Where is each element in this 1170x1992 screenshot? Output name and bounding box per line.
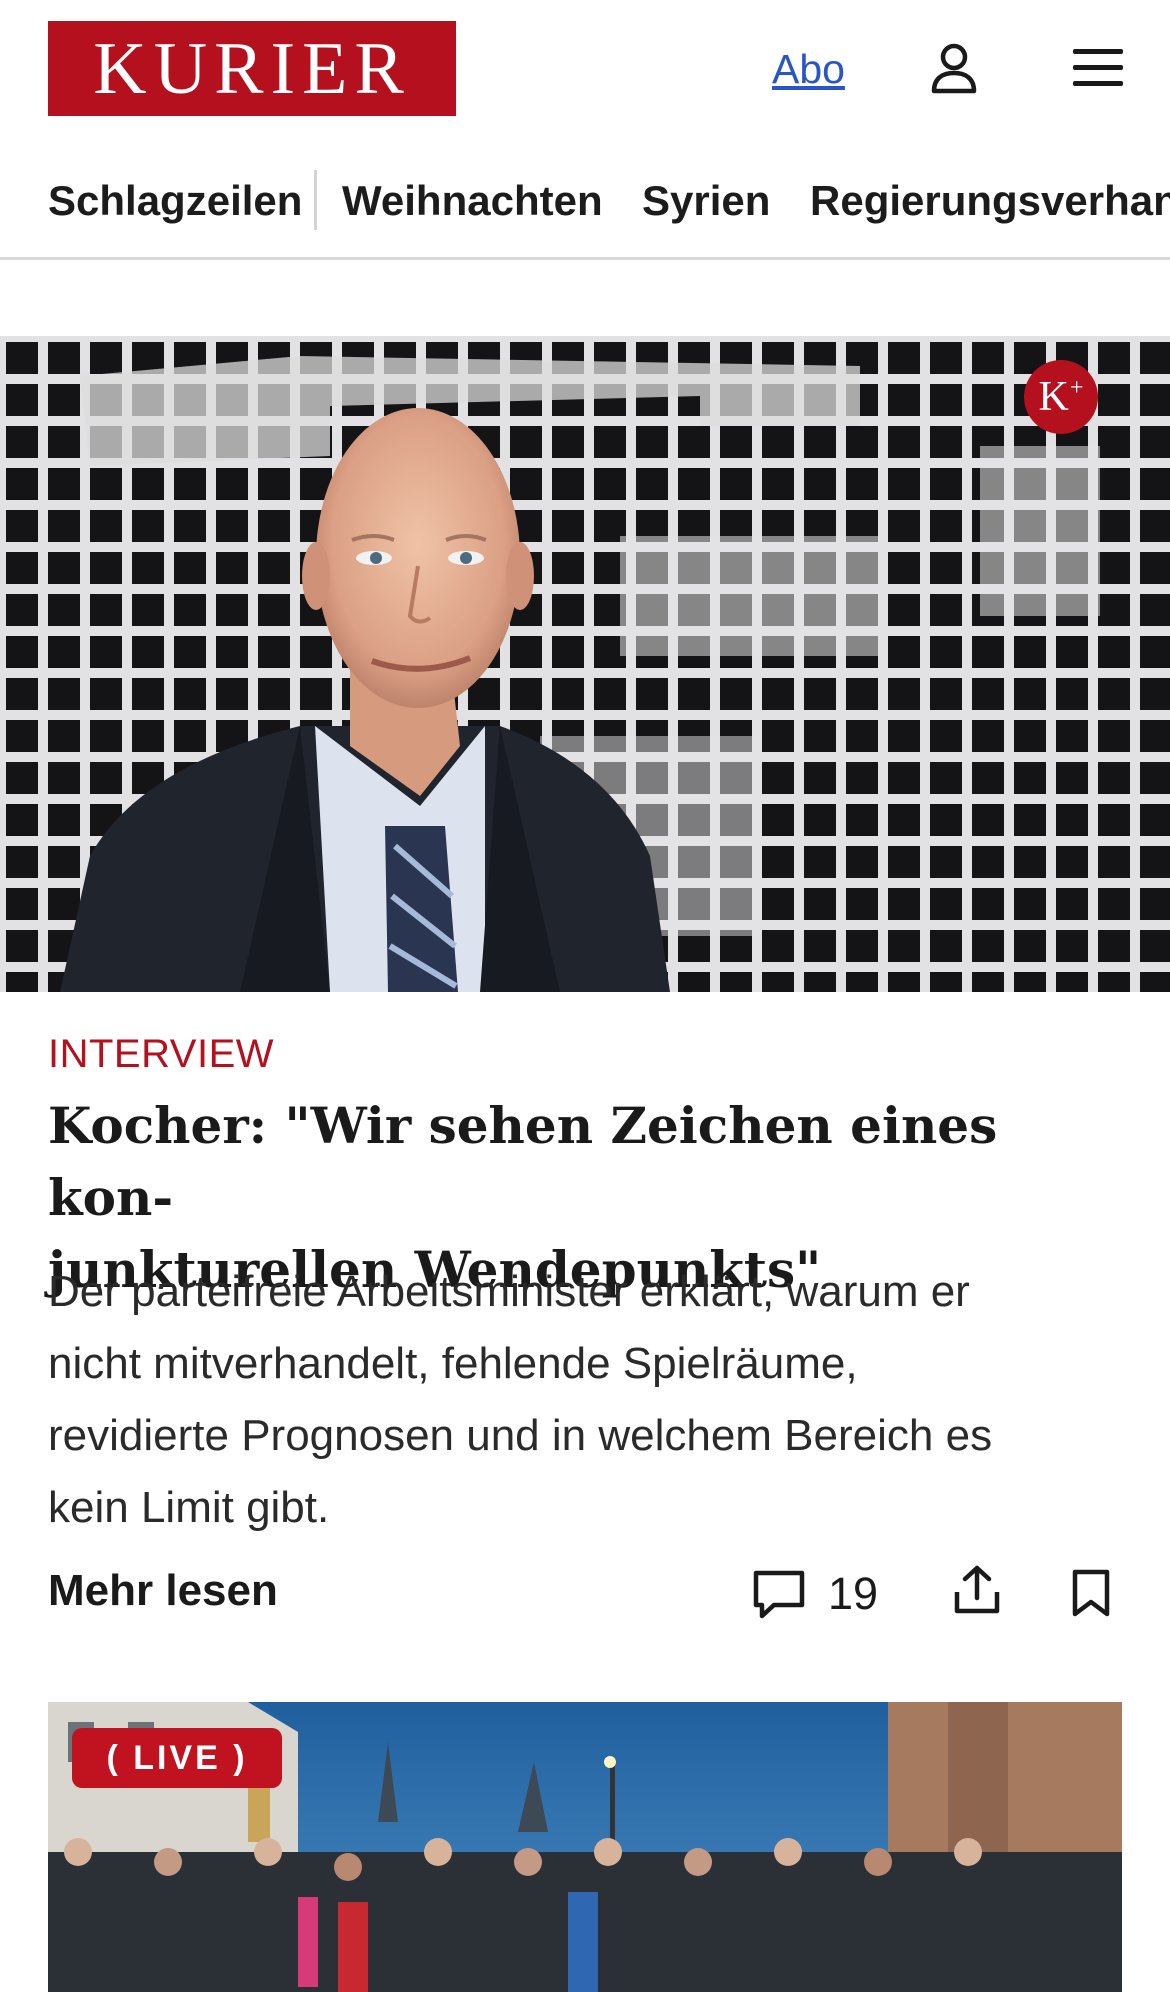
comment-icon (753, 1570, 805, 1619)
teaser-line-4: kein Limit gibt. (48, 1483, 330, 1532)
live-badge-label: ( LIVE ) (106, 1738, 248, 1777)
kplus-premium-badge: K+ (1024, 360, 1098, 434)
user-icon[interactable] (926, 40, 982, 96)
site-header: KURIER Abo (0, 0, 1170, 140)
nav-item-schlagzeilen[interactable]: Schlagzeilen (48, 177, 302, 225)
article-kicker: INTERVIEW (48, 1032, 275, 1076)
portrait-photo (0, 336, 1170, 992)
read-more-link[interactable]: Mehr lesen (48, 1566, 278, 1616)
kurier-logo[interactable]: KURIER (48, 21, 456, 116)
headline-line-1: Kocher: "Wir sehen Zeichen eines kon- (48, 1096, 998, 1227)
teaser-line-1: Der parteifreie Arbeitsminister erklärt,… (48, 1267, 970, 1316)
nav-item-syrien[interactable]: Syrien (642, 177, 770, 225)
live-badge: ( LIVE ) (72, 1728, 282, 1788)
nav-item-weihnachten[interactable]: Weihnachten (342, 177, 603, 225)
teaser-line-3: revidierte Prognosen und in welchem Bere… (48, 1411, 993, 1460)
comments-button[interactable]: 19 (752, 1568, 878, 1620)
logo-text: KURIER (93, 27, 411, 110)
lead-article-image[interactable]: K+ (0, 336, 1170, 992)
nav-divider (314, 170, 317, 230)
comment-count: 19 (828, 1568, 879, 1619)
second-article-image[interactable]: ( LIVE ) (48, 1702, 1122, 1992)
hamburger-menu-icon[interactable] (1070, 40, 1126, 96)
abo-link[interactable]: Abo (772, 46, 845, 93)
share-icon[interactable] (952, 1564, 1002, 1621)
teaser-line-2: nicht mitverhandelt, fehlende Spielräume… (48, 1339, 858, 1388)
topic-nav: Schlagzeilen Weihnachten Syrien Regierun… (0, 164, 1170, 260)
kplus-badge-text: K+ (1038, 374, 1084, 420)
nav-item-regierungsverhandlungen[interactable]: Regierungsverhand (810, 177, 1170, 225)
article-teaser: Der parteifreie Arbeitsminister erklärt,… (48, 1256, 1128, 1544)
bookmark-icon[interactable] (1070, 1568, 1112, 1623)
